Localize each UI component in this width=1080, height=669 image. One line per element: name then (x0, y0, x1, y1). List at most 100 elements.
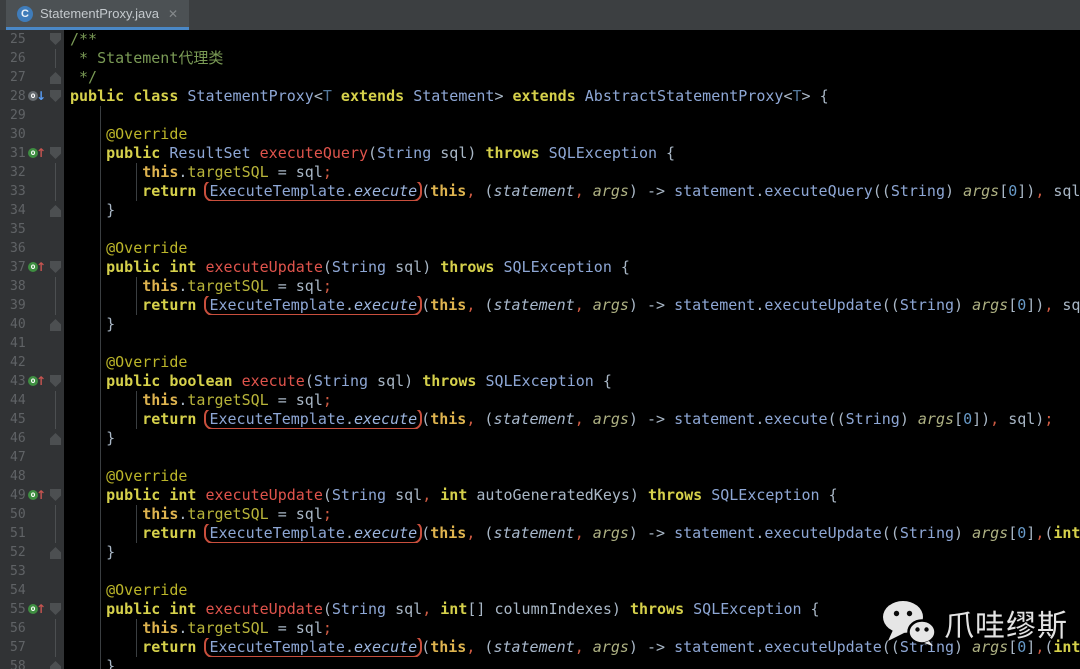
line-number[interactable]: 28 (10, 87, 26, 106)
gutter[interactable]: 34 (0, 201, 64, 220)
code-line[interactable]: 58 } (0, 657, 1080, 669)
line-number[interactable]: 48 (10, 467, 26, 486)
fold-marker[interactable] (50, 72, 61, 84)
line-number[interactable]: 32 (10, 163, 26, 182)
gutter[interactable]: 45 (0, 410, 64, 429)
code-line[interactable]: 31 o ↑ public ResultSet executeQuery(Strin… (0, 144, 1080, 163)
fold-marker[interactable] (50, 147, 61, 159)
code-line[interactable]: 53 (0, 562, 1080, 581)
line-number[interactable]: 34 (10, 201, 26, 220)
gutter[interactable]: 57 (0, 638, 64, 657)
gutter[interactable]: 58 (0, 657, 64, 669)
gutter[interactable]: 28 o ↓ (0, 87, 64, 106)
gutter[interactable]: 52 (0, 543, 64, 562)
gutter[interactable]: 54 (0, 581, 64, 600)
line-number[interactable]: 40 (10, 315, 26, 334)
line-number[interactable]: 31 (10, 144, 26, 163)
code-line[interactable]: 40 } (0, 315, 1080, 334)
code-line[interactable]: 34 } (0, 201, 1080, 220)
tab-statementproxy[interactable]: C StatementProxy.java ✕ (6, 0, 190, 30)
code-line[interactable]: 43 o ↑ public boolean execute(String sql) … (0, 372, 1080, 391)
fold-marker[interactable] (50, 661, 61, 669)
code-line[interactable]: 30 @Override (0, 125, 1080, 144)
overrides-icon[interactable]: o ↑ (28, 375, 46, 387)
gutter[interactable]: 35 (0, 220, 64, 239)
line-number[interactable]: 56 (10, 619, 26, 638)
code-line[interactable]: 47 (0, 448, 1080, 467)
line-number[interactable]: 39 (10, 296, 26, 315)
gutter[interactable]: 36 (0, 239, 64, 258)
code-line[interactable]: 36 @Override (0, 239, 1080, 258)
code-line[interactable]: 49 o ↑ public int executeUpdate(String sql… (0, 486, 1080, 505)
code-line[interactable]: 54 @Override (0, 581, 1080, 600)
gutter[interactable]: 55 o ↑ (0, 600, 64, 619)
line-number[interactable]: 36 (10, 239, 26, 258)
code-line[interactable]: 35 (0, 220, 1080, 239)
line-number[interactable]: 54 (10, 581, 26, 600)
line-number[interactable]: 45 (10, 410, 26, 429)
fold-marker[interactable] (50, 205, 61, 217)
code-line[interactable]: 32 this.targetSQL = sql; (0, 163, 1080, 182)
code-line[interactable]: 26 * Statement代理类 (0, 49, 1080, 68)
gutter[interactable]: 44 (0, 391, 64, 410)
gutter[interactable]: 26 (0, 49, 64, 68)
code-line[interactable]: 50 this.targetSQL = sql; (0, 505, 1080, 524)
line-number[interactable]: 33 (10, 182, 26, 201)
code-line[interactable]: 52 } (0, 543, 1080, 562)
overridden-icon[interactable]: o ↓ (28, 90, 46, 102)
line-number[interactable]: 27 (10, 68, 26, 87)
overrides-icon[interactable]: o ↑ (28, 603, 46, 615)
line-number[interactable]: 57 (10, 638, 26, 657)
gutter[interactable]: 38 (0, 277, 64, 296)
code-editor[interactable]: 25/** 26 * Statement代理类 27 */28 o ↓ public cl… (0, 30, 1080, 669)
gutter[interactable]: 49 o ↑ (0, 486, 64, 505)
gutter[interactable]: 33 (0, 182, 64, 201)
gutter[interactable]: 27 (0, 68, 64, 87)
gutter[interactable]: 46 (0, 429, 64, 448)
line-number[interactable]: 30 (10, 125, 26, 144)
line-number[interactable]: 53 (10, 562, 26, 581)
line-number[interactable]: 43 (10, 372, 26, 391)
code-line[interactable]: 48 @Override (0, 467, 1080, 486)
line-number[interactable]: 47 (10, 448, 26, 467)
gutter[interactable]: 39 (0, 296, 64, 315)
code-line[interactable]: 51 return ExecuteTemplate.execute (this, … (0, 524, 1080, 543)
line-number[interactable]: 29 (10, 106, 26, 125)
fold-marker[interactable] (50, 603, 61, 615)
line-number[interactable]: 52 (10, 543, 26, 562)
code-line[interactable]: 38 this.targetSQL = sql; (0, 277, 1080, 296)
gutter[interactable]: 32 (0, 163, 64, 182)
gutter[interactable]: 53 (0, 562, 64, 581)
line-number[interactable]: 35 (10, 220, 26, 239)
overrides-icon[interactable]: o ↑ (28, 147, 46, 159)
code-line[interactable]: 42 @Override (0, 353, 1080, 372)
line-number[interactable]: 49 (10, 486, 26, 505)
fold-marker[interactable] (50, 375, 61, 387)
gutter[interactable]: 37 o ↑ (0, 258, 64, 277)
fold-marker[interactable] (50, 489, 61, 501)
code-line[interactable]: 45 return ExecuteTemplate.execute (this, … (0, 410, 1080, 429)
line-number[interactable]: 42 (10, 353, 26, 372)
gutter[interactable]: 29 (0, 106, 64, 125)
code-line[interactable]: 44 this.targetSQL = sql; (0, 391, 1080, 410)
line-number[interactable]: 26 (10, 49, 26, 68)
code-line[interactable]: 33 return ExecuteTemplate.execute (this, … (0, 182, 1080, 201)
gutter[interactable]: 51 (0, 524, 64, 543)
gutter[interactable]: 47 (0, 448, 64, 467)
line-number[interactable]: 37 (10, 258, 26, 277)
code-line[interactable]: 25 /** (0, 30, 1080, 49)
line-number[interactable]: 51 (10, 524, 26, 543)
code-line[interactable]: 41 (0, 334, 1080, 353)
code-line[interactable]: 46 } (0, 429, 1080, 448)
line-number[interactable]: 55 (10, 600, 26, 619)
gutter[interactable]: 41 (0, 334, 64, 353)
gutter[interactable]: 25 (0, 30, 64, 49)
line-number[interactable]: 58 (10, 657, 26, 669)
gutter[interactable]: 50 (0, 505, 64, 524)
fold-marker[interactable] (50, 90, 61, 102)
overrides-icon[interactable]: o ↑ (28, 261, 46, 273)
line-number[interactable]: 46 (10, 429, 26, 448)
code-line[interactable]: 29 (0, 106, 1080, 125)
line-number[interactable]: 38 (10, 277, 26, 296)
overrides-icon[interactable]: o ↑ (28, 489, 46, 501)
